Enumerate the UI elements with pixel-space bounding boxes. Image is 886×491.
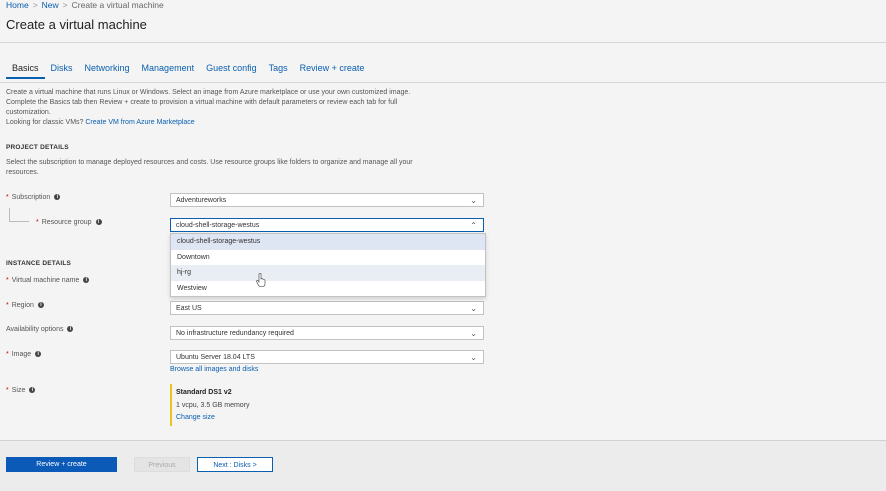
project-desc-line: Select the subscription to manage deploy… — [6, 159, 413, 166]
next-disks-button[interactable]: Next : Disks > — [197, 457, 273, 472]
intro-line: Complete the Basics tab then Review + cr… — [6, 99, 398, 106]
resource-group-option[interactable]: Westview — [171, 281, 485, 297]
footer-bar — [0, 441, 886, 491]
intro-line: Create a virtual machine that runs Linux… — [6, 89, 411, 96]
availability-label: Availability options i — [6, 326, 74, 333]
resource-group-dropdown: cloud-shell-storage-westus Downtown hj-r… — [170, 233, 486, 297]
tab-disks[interactable]: Disks — [45, 63, 79, 79]
project-details-heading: PROJECT DETAILS — [6, 144, 69, 151]
hand-pointer-icon — [256, 273, 266, 287]
chevron-down-icon: ⌄ — [470, 196, 477, 205]
tab-guest-config[interactable]: Guest config — [200, 63, 263, 79]
browse-images-link[interactable]: Browse all images and disks — [170, 366, 258, 373]
breadcrumb-separator: > — [62, 0, 68, 10]
classic-vm-row: Looking for classic VMs? Create VM from … — [6, 118, 486, 128]
subscription-label: * Subscription i — [6, 194, 61, 201]
info-icon[interactable]: i — [95, 219, 102, 226]
info-icon[interactable]: i — [29, 387, 36, 394]
breadcrumb: Home > New > Create a virtual machine — [6, 0, 164, 10]
subscription-select[interactable]: Adventureworks ⌄ — [170, 193, 484, 207]
size-label: * Size i — [6, 387, 36, 394]
info-icon[interactable]: i — [67, 326, 74, 333]
resource-group-label: * Resource group i — [36, 219, 102, 226]
chevron-down-icon: ⌄ — [470, 353, 477, 362]
tree-connector — [9, 221, 29, 222]
classic-vm-link[interactable]: Create VM from Azure Marketplace — [85, 119, 194, 126]
image-select[interactable]: Ubuntu Server 18.04 LTS ⌄ — [170, 350, 484, 364]
size-marker — [170, 384, 172, 426]
intro-line: customization. — [6, 109, 51, 116]
breadcrumb-new-link[interactable]: New — [42, 0, 59, 10]
tab-networking[interactable]: Networking — [79, 63, 136, 79]
resource-group-option[interactable]: hj-rg — [171, 265, 485, 281]
page-title: Create a virtual machine — [6, 17, 147, 32]
resource-group-select[interactable]: cloud-shell-storage-westus ⌃ — [170, 218, 484, 232]
chevron-down-icon: ⌄ — [470, 304, 477, 313]
info-icon[interactable]: i — [54, 194, 61, 201]
previous-button[interactable]: Previous — [134, 457, 190, 472]
tab-bar: Basics Disks Networking Management Guest… — [6, 63, 370, 79]
availability-select[interactable]: No infrastructure redundancy required ⌄ — [170, 326, 484, 340]
size-specs: 1 vcpu, 3.5 GB memory — [176, 402, 250, 409]
breadcrumb-home-link[interactable]: Home — [6, 0, 29, 10]
tabs-divider — [0, 82, 886, 83]
tab-tags[interactable]: Tags — [263, 63, 294, 79]
project-desc-line: resources. — [6, 169, 39, 176]
region-select[interactable]: East US ⌄ — [170, 301, 484, 315]
tab-management[interactable]: Management — [136, 63, 201, 79]
resource-group-option[interactable]: Downtown — [171, 250, 485, 266]
breadcrumb-separator: > — [32, 0, 38, 10]
tab-review-create[interactable]: Review + create — [294, 63, 371, 79]
instance-details-heading: INSTANCE DETAILS — [6, 260, 72, 267]
resource-group-option[interactable]: cloud-shell-storage-westus — [171, 234, 485, 250]
chevron-up-icon: ⌃ — [470, 221, 477, 230]
classic-vm-prefix: Looking for classic VMs? — [6, 119, 84, 126]
tab-basics[interactable]: Basics — [6, 63, 45, 79]
size-name: Standard DS1 v2 — [176, 389, 232, 396]
intro-text: Create a virtual machine that runs Linux… — [6, 88, 486, 128]
info-icon[interactable]: i — [35, 351, 42, 358]
tree-connector — [9, 208, 10, 221]
region-label: * Region i — [6, 302, 44, 309]
breadcrumb-current: Create a virtual machine — [71, 0, 164, 10]
header-divider — [0, 42, 886, 43]
chevron-down-icon: ⌄ — [470, 329, 477, 338]
project-details-desc: Select the subscription to manage deploy… — [6, 158, 486, 178]
info-icon[interactable]: i — [37, 302, 44, 309]
review-create-button[interactable]: Review + create — [6, 457, 117, 472]
vm-name-label: * Virtual machine name i — [6, 277, 90, 284]
image-label: * Image i — [6, 351, 42, 358]
info-icon[interactable]: i — [83, 277, 90, 284]
change-size-link[interactable]: Change size — [176, 414, 215, 421]
